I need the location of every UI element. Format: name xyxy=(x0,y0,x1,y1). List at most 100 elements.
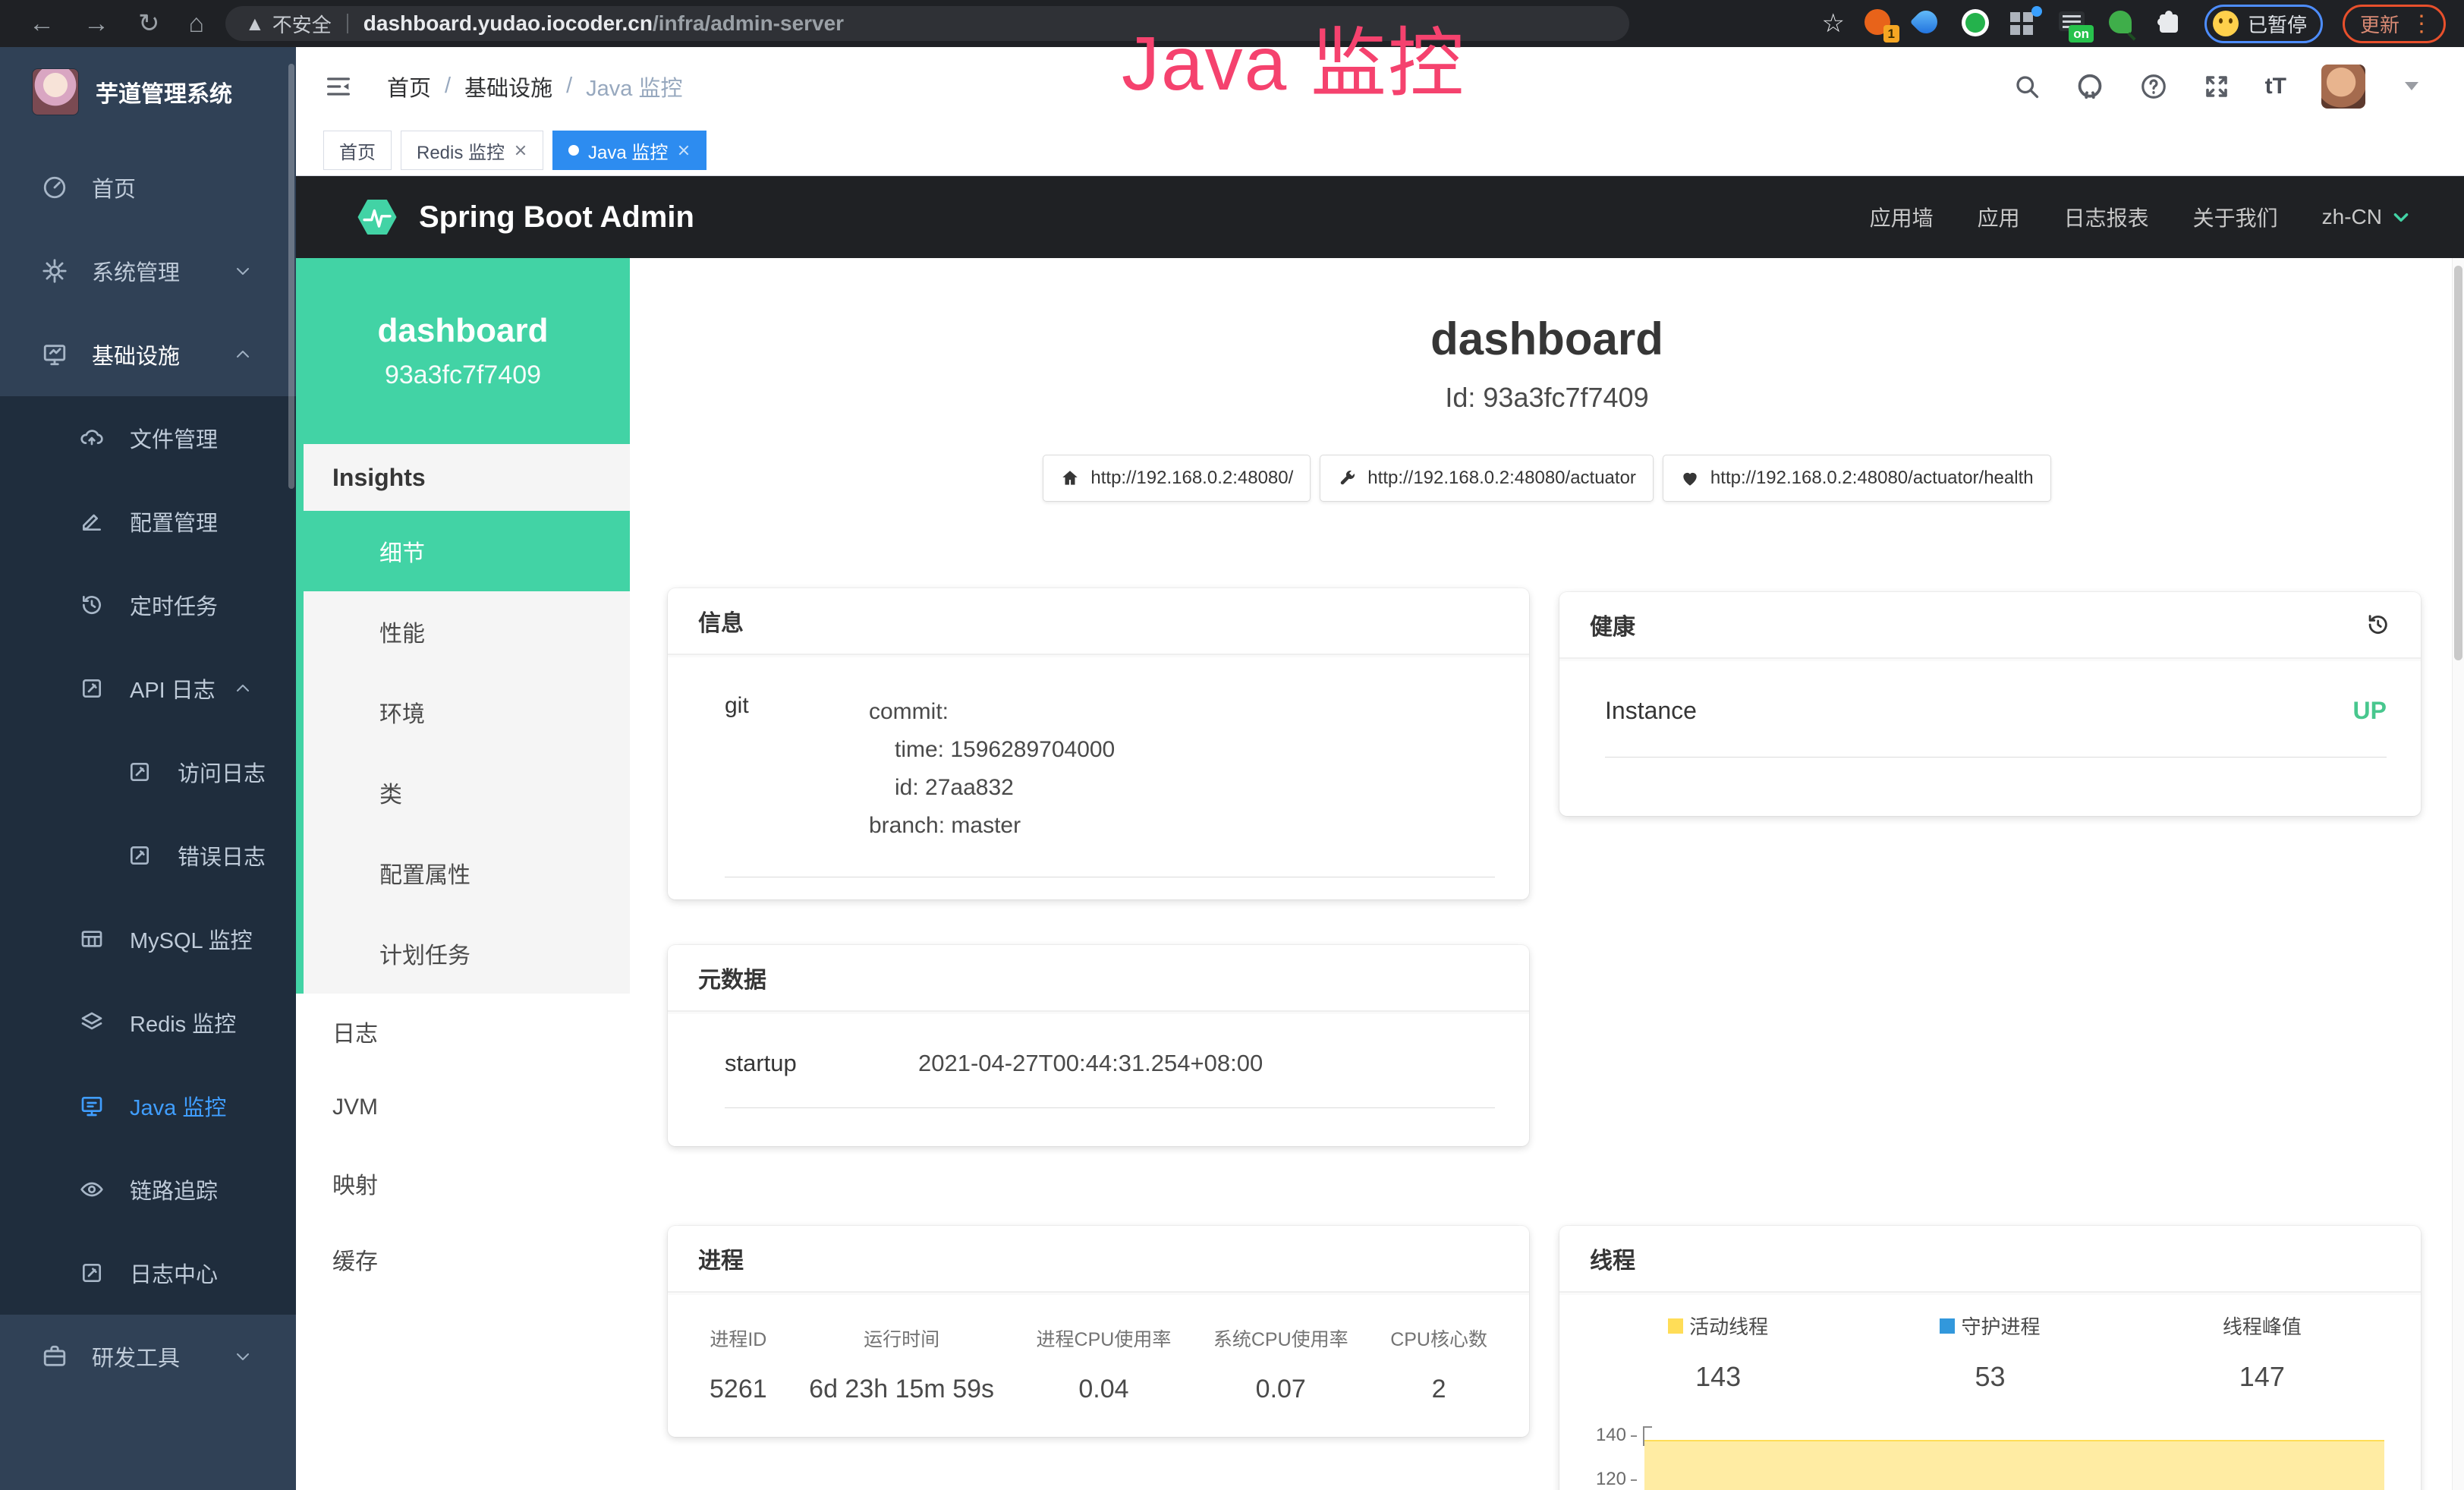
tab-java-monitor[interactable]: Java 监控 xyxy=(552,131,706,170)
threads-stat-peak: 线程峰值 147 xyxy=(2126,1312,2398,1393)
bookmark-star-icon[interactable]: ☆ xyxy=(1821,8,1844,39)
app-sidebar: 芋道管理系统 首页 系统管理 基础设施 xyxy=(0,47,296,1490)
menu-item-jvm[interactable]: JVM xyxy=(296,1069,630,1145)
sidebar-item-home[interactable]: 首页 xyxy=(0,146,296,229)
close-icon[interactable] xyxy=(677,143,691,157)
edit-icon xyxy=(80,509,107,534)
screen-icon xyxy=(80,1094,107,1118)
browser-home-icon[interactable]: ⌂ xyxy=(189,11,205,36)
threads-area-series xyxy=(1644,1440,2384,1490)
app-title: 芋道管理系统 xyxy=(96,75,232,109)
user-avatar[interactable] xyxy=(2321,65,2365,109)
sidebar-item-config-manage[interactable]: 配置管理 xyxy=(0,480,296,563)
process-col-uptime: 运行时间 6d 23h 15m 59s xyxy=(809,1325,994,1404)
security-label[interactable]: 不安全 xyxy=(272,10,332,38)
menu-item-mappings[interactable]: 映射 xyxy=(296,1145,630,1221)
process-col-cores: CPU核心数 2 xyxy=(1390,1325,1487,1404)
sidebar-item-system[interactable]: 系统管理 xyxy=(0,229,296,313)
actuator-url-button[interactable]: http://192.168.0.2:48080/actuator xyxy=(1320,455,1654,502)
browser-update-button[interactable]: 更新 ⋮ xyxy=(2343,5,2446,43)
sidebar-item-log-center[interactable]: 日志中心 xyxy=(0,1231,296,1315)
sidebar-scrollbar[interactable] xyxy=(288,64,294,489)
menu-item-logs[interactable]: 日志 xyxy=(296,994,630,1069)
chevron-up-icon xyxy=(234,679,252,698)
annotation-text: Java 监控 xyxy=(1122,2,1465,112)
extension-icon-3[interactable] xyxy=(1962,9,1990,38)
edit-square-icon xyxy=(80,1261,107,1285)
monitor-icon xyxy=(42,342,69,367)
scrollbar-thumb[interactable] xyxy=(2454,266,2462,660)
menu-item-caches[interactable]: 缓存 xyxy=(296,1221,630,1297)
sba-instance-sidebar: dashboard 93a3fc7f7409 Insights 细节 性能 环境… xyxy=(296,258,630,1490)
sba-content: dashboard 93a3fc7f7409 Insights 细节 性能 环境… xyxy=(296,258,2464,1490)
page-instance-id: Id: 93a3fc7f7409 xyxy=(630,382,2464,414)
menu-item-config-props[interactable]: 配置属性 xyxy=(304,833,630,913)
fullscreen-icon[interactable] xyxy=(2203,73,2230,100)
info-card-title: 信息 xyxy=(698,604,744,638)
sidebar-item-dev-tools[interactable]: 研发工具 xyxy=(0,1315,296,1398)
sidebar-item-error-log[interactable]: 错误日志 xyxy=(0,814,296,897)
sidebar-item-scheduled-jobs[interactable]: 定时任务 xyxy=(0,563,296,647)
sidebar-item-infra[interactable]: 基础设施 xyxy=(0,313,296,396)
sba-locale-select[interactable]: zh-CN xyxy=(2322,205,2411,229)
sba-brand[interactable]: Spring Boot Admin xyxy=(355,195,694,239)
tab-redis-monitor[interactable]: Redis 监控 xyxy=(401,131,543,170)
sidebar-item-redis-monitor[interactable]: Redis 监控 xyxy=(0,981,296,1064)
chevron-down-icon xyxy=(234,1347,252,1366)
sba-nav-applications[interactable]: 应用 xyxy=(1978,202,2020,232)
menu-item-metrics[interactable]: 性能 xyxy=(304,591,630,672)
sidebar-item-java-monitor[interactable]: Java 监控 xyxy=(0,1064,296,1148)
browser-reload-icon[interactable]: ↻ xyxy=(138,11,160,36)
breadcrumb-home[interactable]: 首页 xyxy=(387,71,431,102)
process-col-proc-cpu: 进程CPU使用率 0.04 xyxy=(1037,1325,1172,1404)
browser-back-icon[interactable]: ← xyxy=(29,11,55,36)
sba-nav-wallboard[interactable]: 应用墙 xyxy=(1870,202,1934,232)
table-icon xyxy=(80,927,107,951)
help-icon[interactable] xyxy=(2139,72,2168,101)
search-icon[interactable] xyxy=(2013,73,2041,100)
extension-badge-count: 1 xyxy=(1883,25,1899,43)
menu-item-scheduled-tasks[interactable]: 计划任务 xyxy=(304,913,630,994)
extension-paused-chip[interactable]: 已暂停 xyxy=(2204,5,2323,43)
app-logo-row[interactable]: 芋道管理系统 xyxy=(0,47,296,123)
history-icon[interactable] xyxy=(2365,612,2390,638)
content-scrollbar[interactable] xyxy=(2452,258,2464,1490)
menu-item-classes[interactable]: 类 xyxy=(304,752,630,833)
menu-item-details[interactable]: 细节 xyxy=(296,511,630,591)
health-url-button[interactable]: http://192.168.0.2:48080/actuator/health xyxy=(1663,455,2051,502)
avatar-caret-icon[interactable] xyxy=(2405,82,2418,90)
sidebar-item-access-log[interactable]: 访问日志 xyxy=(0,730,296,814)
browser-forward-icon[interactable]: → xyxy=(83,11,109,36)
sidebar-item-tracing[interactable]: 链路追踪 xyxy=(0,1148,296,1231)
gauge-icon xyxy=(42,175,69,200)
sba-nav-journal[interactable]: 日志报表 xyxy=(2064,202,2149,232)
instance-header[interactable]: dashboard 93a3fc7f7409 xyxy=(296,258,630,444)
font-size-icon[interactable]: tT xyxy=(2265,74,2286,99)
tab-home[interactable]: 首页 xyxy=(323,131,392,170)
extension-icon-5[interactable]: on xyxy=(2059,9,2088,38)
instance-name: dashboard xyxy=(378,312,549,350)
sidebar-item-mysql-monitor[interactable]: MySQL 监控 xyxy=(0,897,296,981)
extensions-puzzle-icon[interactable] xyxy=(2156,9,2185,38)
service-url-button[interactable]: http://192.168.0.2:48080/ xyxy=(1043,455,1311,502)
browser-menu-icon[interactable]: ⋮ xyxy=(2410,11,2433,37)
hamburger-icon[interactable] xyxy=(323,71,354,102)
paused-label: 已暂停 xyxy=(2248,10,2307,38)
github-icon[interactable] xyxy=(2075,72,2104,101)
breadcrumb-infra[interactable]: 基础设施 xyxy=(464,71,552,102)
breadcrumb: 首页 / 基础设施 / Java 监控 xyxy=(387,71,682,102)
sidebar-item-file-manage[interactable]: 文件管理 xyxy=(0,396,296,480)
extension-icon-2[interactable] xyxy=(1913,9,1942,38)
menu-item-environment[interactable]: 环境 xyxy=(304,672,630,752)
close-icon[interactable] xyxy=(514,143,527,157)
extension-icon-1[interactable]: 1 xyxy=(1865,9,1893,38)
app-logo xyxy=(32,68,79,115)
sidebar-item-api-log[interactable]: API 日志 xyxy=(0,647,296,730)
url-path[interactable]: /infra/admin-server xyxy=(653,11,844,36)
threads-stat-live: 活动线程 143 xyxy=(1582,1312,1854,1393)
extension-icon-6[interactable] xyxy=(2107,9,2136,38)
paused-emoji-icon xyxy=(2213,11,2239,36)
extension-icon-4[interactable] xyxy=(2010,9,2039,38)
sba-nav-about[interactable]: 关于我们 xyxy=(2193,202,2278,232)
url-domain[interactable]: dashboard.yudao.iocoder.cn xyxy=(363,11,653,36)
